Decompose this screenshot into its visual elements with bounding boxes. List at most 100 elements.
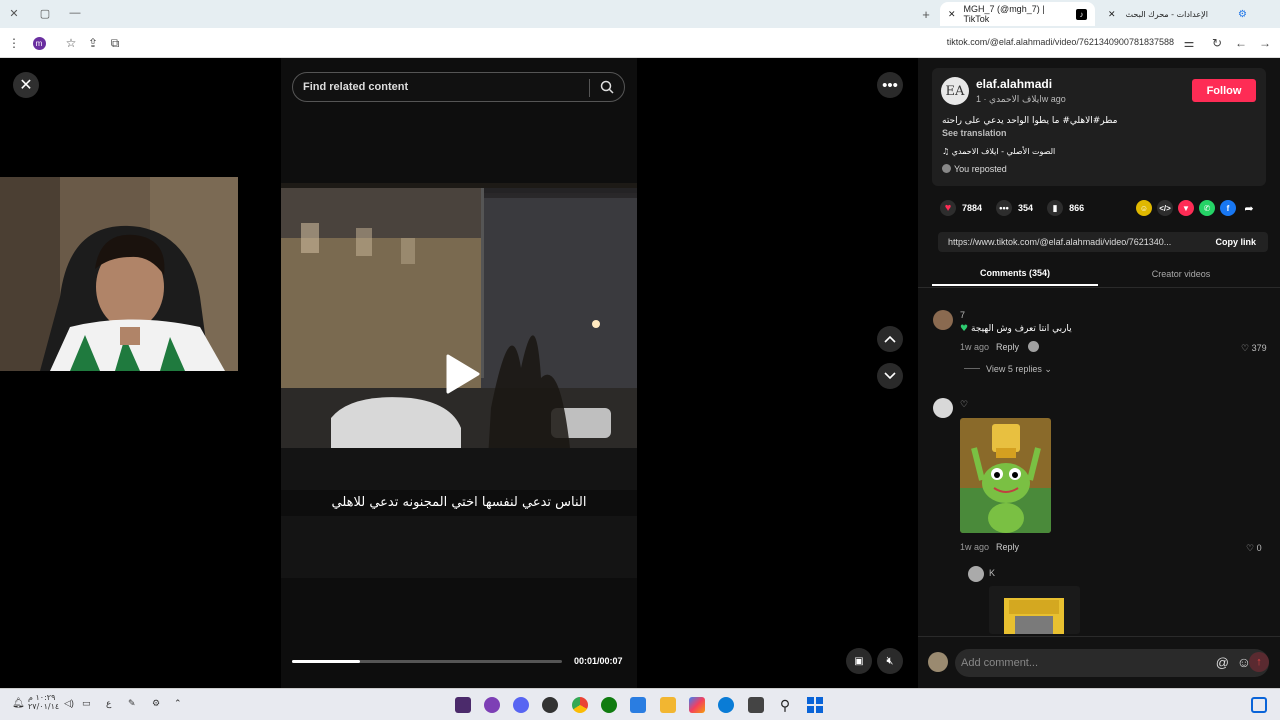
pen-icon[interactable]: ✎	[128, 698, 136, 709]
comment-author[interactable]: ♡	[960, 399, 968, 410]
site-settings-icon[interactable]: ⚌	[1181, 35, 1197, 51]
close-window-icon[interactable]: ✕	[7, 7, 21, 20]
tab-tiktok[interactable]: ✕ MGH_7 (@mgh_7) | TikTok ♪	[940, 2, 1095, 26]
play-button[interactable]	[444, 354, 480, 399]
taskbar-file-explorer-icon[interactable]	[660, 697, 676, 713]
author-avatar[interactable]: EA	[941, 77, 969, 105]
author-username[interactable]: elaf.alahmadi	[976, 77, 1052, 91]
chevron-down-icon: ⌄	[1044, 364, 1052, 374]
menu-dots-icon[interactable]: ⋮	[6, 35, 22, 51]
previous-video-button[interactable]	[877, 326, 903, 352]
clock-time: ١٠:٢٩ م	[28, 693, 56, 702]
taskbar-terminal-icon[interactable]	[748, 697, 764, 713]
tray-app-icon[interactable]: ⚙	[152, 698, 160, 709]
save-stat[interactable]: ▮ 866	[1047, 200, 1084, 216]
mini-player-button[interactable]: ▣	[846, 648, 872, 674]
taskbar-xbox-icon[interactable]	[601, 697, 617, 713]
share-friends-icon[interactable]: ☺	[1136, 200, 1152, 216]
forward-icon[interactable]: ←	[1233, 35, 1249, 51]
show-hidden-icons-icon[interactable]: ⌃	[174, 698, 182, 709]
more-options-button[interactable]: •••	[877, 72, 903, 98]
tab-close-icon[interactable]: ✕	[948, 9, 956, 20]
see-translation-link[interactable]: See translation	[942, 128, 1007, 138]
comment-author[interactable]: 7	[960, 310, 965, 320]
reposted-text: You reposted	[954, 164, 1007, 174]
mention-icon[interactable]: @	[1216, 655, 1229, 670]
bookmark-star-icon[interactable]: ☆	[63, 35, 79, 51]
taskbar-start-icon[interactable]	[807, 697, 823, 713]
tab-creator-videos[interactable]: Creator videos	[1098, 262, 1264, 286]
reply-sticker-image[interactable]	[989, 586, 1080, 634]
whatsapp-icon[interactable]: ✆	[1199, 200, 1215, 216]
post-comment-button[interactable]: ↑	[1249, 652, 1269, 672]
copy-link-button[interactable]: Copy link	[1215, 237, 1256, 247]
share-icon[interactable]: ⇪	[85, 35, 101, 51]
reply-author[interactable]: K	[989, 568, 995, 578]
share-arrow-icon[interactable]: ➦	[1241, 200, 1257, 216]
extensions-icon[interactable]: ⧉	[107, 35, 123, 51]
taskbar-chrome-icon[interactable]	[572, 697, 588, 713]
embed-icon[interactable]: </>	[1157, 200, 1173, 216]
comment-stat[interactable]: ••• 354	[996, 200, 1033, 216]
language-indicator-icon[interactable]: ع	[106, 698, 111, 709]
send-icon[interactable]: ▼	[1178, 200, 1194, 216]
reply-avatar[interactable]	[968, 566, 984, 582]
comment-reply-button[interactable]: Reply	[996, 342, 1019, 352]
taskbar-app-m-icon[interactable]	[484, 697, 500, 713]
search-icon[interactable]	[600, 80, 614, 97]
tab-comments[interactable]: Comments (354)	[932, 262, 1098, 286]
network-icon[interactable]: ▭	[82, 698, 91, 709]
find-related-search-input[interactable]: Find related content	[292, 72, 625, 102]
reload-icon[interactable]: ↻	[1209, 35, 1225, 51]
mute-button[interactable]: 🔇︎	[877, 648, 903, 674]
taskbar-copilot-icon[interactable]	[689, 697, 705, 713]
taskbar-app-wolf-icon[interactable]	[455, 697, 471, 713]
close-video-button[interactable]: ✕	[13, 72, 39, 98]
my-avatar[interactable]	[928, 652, 948, 672]
taskbar-recorder-icon[interactable]	[542, 697, 558, 713]
profile-avatar[interactable]: m	[31, 35, 47, 51]
like-stat[interactable]: ♥ 7884	[940, 200, 982, 216]
comment-reply-button[interactable]: Reply	[996, 542, 1019, 552]
play-icon	[446, 354, 480, 394]
music-link[interactable]: ♫ الصوت الأصلي - ايلاف الاحمدي	[942, 147, 1055, 156]
minimize-window-icon[interactable]: —	[68, 7, 82, 19]
new-tab-icon[interactable]: +	[919, 7, 933, 22]
tab-close-icon[interactable]: ✕	[1108, 9, 1116, 20]
comment-input[interactable]: Add comment... @ ☺	[955, 649, 1269, 677]
notification-bell-icon[interactable]: 🔔︎	[12, 698, 25, 709]
heart-icon: ♥	[940, 200, 956, 216]
taskbar-store-icon[interactable]	[630, 697, 646, 713]
video-progress-bar[interactable]	[292, 660, 562, 663]
search-placeholder: Find related content	[303, 81, 409, 93]
facebook-icon[interactable]: f	[1220, 200, 1236, 216]
comment-like[interactable]: ♡ 0	[1246, 543, 1262, 554]
url-text[interactable]: tiktok.com/@elaf.alahmadi/video/76213409…	[947, 37, 1174, 47]
comment-avatar[interactable]	[933, 310, 953, 330]
comment-sticker-image[interactable]	[960, 418, 1051, 533]
taskbar-discord-icon[interactable]	[513, 697, 529, 713]
search-divider	[589, 79, 590, 97]
chevron-up-icon	[884, 335, 896, 343]
share-link-text[interactable]: https://www.tiktok.com/@elaf.alahmadi/vi…	[948, 237, 1171, 247]
back-icon[interactable]: →	[1257, 35, 1273, 51]
clock[interactable]: ١٠:٢٩ م ٢٧/٠١/١٤	[28, 693, 59, 711]
taskbar-edge-icon[interactable]	[718, 697, 734, 713]
follow-button[interactable]: Follow	[1192, 79, 1256, 102]
address-bar: ⋮ m ☆ ⇪ ⧉ tiktok.com/@elaf.alahmadi/vide…	[0, 28, 1280, 58]
author-subline: ايلاف الاحمدي · 1w ago	[976, 94, 1066, 105]
comment-bubble-icon: •••	[996, 200, 1013, 216]
comment-time: 1w ago	[960, 342, 990, 352]
volume-icon[interactable]: ◁)	[64, 698, 74, 709]
view-replies-button[interactable]: View 5 replies ⌄	[964, 364, 1052, 375]
taskbar-search-icon[interactable]: ⚲	[777, 697, 793, 713]
tab-settings[interactable]: ✕ الإعدادات - محرك البحث ⚙	[1100, 2, 1256, 26]
maximize-window-icon[interactable]: ▢	[38, 7, 52, 20]
comment-avatar[interactable]	[933, 398, 953, 418]
tiktok-favicon-icon: ♪	[1076, 8, 1087, 20]
comment-like[interactable]: ♡ 379	[1241, 343, 1267, 354]
tab-label: الإعدادات - محرك البحث	[1125, 9, 1208, 19]
show-desktop-icon[interactable]	[1251, 697, 1267, 713]
webcam-overlay	[0, 177, 238, 371]
next-video-button[interactable]	[877, 363, 903, 389]
